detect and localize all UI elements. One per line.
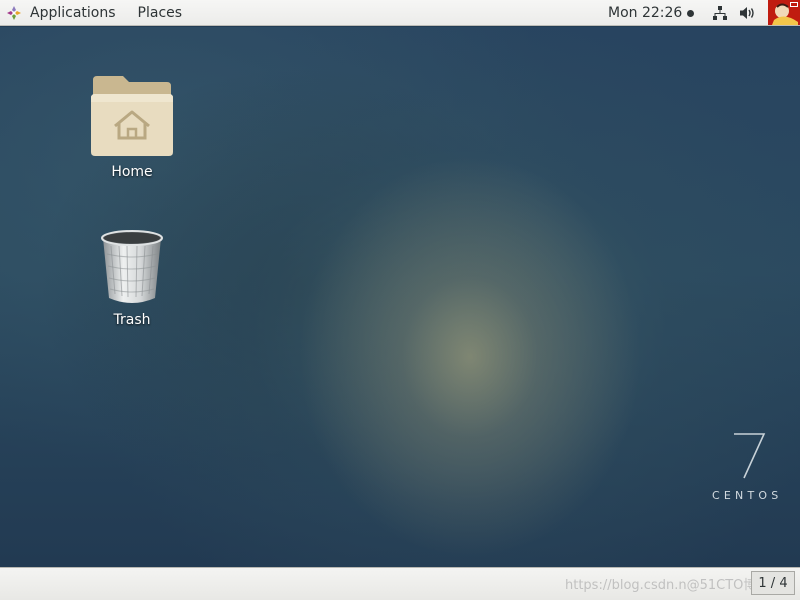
trash-label: Trash	[113, 312, 151, 328]
trash-desktop-icon[interactable]: Trash	[77, 228, 187, 328]
workspace-switcher[interactable]: 1 / 4	[751, 571, 795, 595]
avatar-image-icon	[768, 0, 800, 25]
applications-menu[interactable]: Applications	[0, 0, 124, 26]
clock-text: Mon 22:26	[608, 5, 683, 21]
home-label: Home	[111, 164, 153, 180]
notification-dot-icon	[687, 9, 695, 17]
trash-icon	[101, 230, 163, 303]
bottom-panel: https://blog.csdn.n@51CTO博客 1 / 4	[0, 567, 800, 600]
centos-version-seven	[734, 433, 766, 479]
volume-icon[interactable]	[739, 5, 757, 21]
home-desktop-icon[interactable]: Home	[77, 74, 187, 180]
home-folder-icon	[91, 76, 173, 156]
network-wired-icon[interactable]	[712, 5, 728, 21]
centos-wordmark: CENTOS	[712, 489, 783, 502]
centos-logo: CENTOS	[700, 430, 800, 510]
workspace-indicator-label: 1 / 4	[758, 575, 788, 591]
user-avatar[interactable]	[768, 0, 800, 25]
top-panel: Applications Places Mon 22:26	[0, 0, 800, 26]
places-menu[interactable]: Places	[124, 0, 193, 26]
applications-label: Applications	[30, 4, 116, 21]
desktop-screen: Applications Places Mon 22:26 Home Trash…	[0, 0, 800, 600]
watermark-text: https://blog.csdn.n@51CTO博客	[565, 578, 770, 593]
clock[interactable]: Mon 22:26	[608, 0, 695, 26]
applications-icon	[7, 5, 21, 20]
places-label: Places	[137, 4, 183, 21]
